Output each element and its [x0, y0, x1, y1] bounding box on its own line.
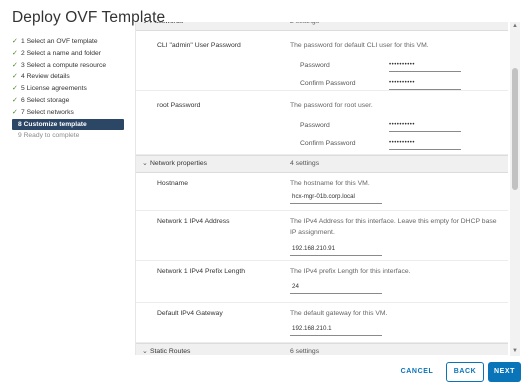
ipv4-address-input[interactable]: 192.168.210.91	[290, 244, 382, 256]
wizard-step-label: 3 Select a compute resource	[21, 61, 107, 69]
wizard-step[interactable]: ✓ 1 Select an OVF template	[12, 36, 130, 48]
check-icon: ✓	[12, 108, 18, 116]
check-icon: ✓	[12, 61, 18, 69]
cancel-button[interactable]: CANCEL	[394, 362, 440, 382]
property-description: The IPv4 prefix Length for this interfac…	[290, 268, 411, 275]
property-default-gateway: Default IPv4 Gateway The default gateway…	[136, 302, 508, 343]
section-count: 4 settings	[290, 160, 320, 167]
wizard-step[interactable]: 8 Customize template	[12, 118, 124, 131]
property-description: The IPv4 Address for this interface. Lea…	[290, 218, 497, 236]
wizard-step-label: 5 License agreements	[21, 85, 87, 93]
property-label: Network 1 IPv4 Address	[157, 218, 230, 225]
property-label: Default IPv4 Gateway	[157, 310, 223, 317]
section-count: 2 settings	[290, 22, 319, 30]
wizard-step-label: 4 Review details	[21, 73, 70, 81]
property-description: The hostname for this VM.	[290, 180, 370, 187]
admin-password-input[interactable]: ••••••••••	[389, 60, 461, 72]
wizard-step[interactable]: ✓ 2 Select a name and folder	[12, 48, 130, 60]
chevron-down-icon: ⌄	[142, 348, 148, 355]
check-icon: ✓	[12, 73, 18, 81]
property-label: root Password	[157, 102, 201, 109]
customize-template-pane: ⌄ Passwords 2 settings CLI "admin" User …	[135, 22, 508, 355]
check-icon: ✓	[12, 96, 18, 104]
check-icon: ✓	[12, 49, 18, 57]
wizard-step[interactable]: ✓ 3 Select a compute resource	[12, 60, 130, 72]
property-description: The default gateway for this VM.	[290, 310, 388, 317]
chevron-down-icon: ⌄	[142, 22, 148, 30]
section-name: Network properties	[150, 160, 208, 167]
root-password-input[interactable]: ••••••••••	[389, 120, 461, 132]
wizard-step[interactable]: ✓ 6 Select storage	[12, 95, 130, 107]
section-count: 6 settings	[290, 348, 320, 355]
chevron-down-icon: ⌄	[142, 160, 148, 167]
property-admin-password: CLI "admin" User Password The password f…	[136, 30, 508, 91]
gateway-input[interactable]: 192.168.210.1	[290, 324, 382, 336]
wizard-step-label: 2 Select a name and folder	[21, 49, 101, 57]
confirm-password-label: Confirm Password	[300, 140, 356, 147]
wizard-steps: ✓ 1 Select an OVF template ✓ 2 Select a nam…	[12, 36, 130, 142]
wizard-step-label: 7 Select networks	[21, 108, 74, 116]
property-label: Hostname	[157, 180, 188, 187]
property-root-password: root Password The password for root user…	[136, 90, 508, 155]
next-button[interactable]: NEXT	[488, 362, 521, 382]
wizard-step[interactable]: ✓ 7 Select networks	[12, 107, 130, 119]
wizard-step[interactable]: ✓ 5 License agreements	[12, 83, 130, 95]
check-icon: ✓	[12, 38, 18, 45]
wizard-step-label: 9 Ready to complete	[18, 132, 80, 140]
section-name: Static Routes	[150, 348, 191, 355]
wizard-step-label: 8 Customize template	[18, 120, 87, 128]
section-header-static-routes[interactable]: ⌄ Static Routes 6 settings	[136, 343, 508, 355]
property-description: The password for default CLI user for th…	[290, 42, 429, 49]
password-label: Password	[300, 62, 330, 69]
confirm-password-label: Confirm Password	[300, 80, 356, 87]
ipv4-prefix-input[interactable]: 24	[290, 282, 382, 294]
property-hostname: Hostname The hostname for this VM. hcx-m…	[136, 172, 508, 211]
property-description: The password for root user.	[290, 102, 373, 109]
admin-confirm-password-input[interactable]: ••••••••••	[389, 78, 461, 90]
property-ipv4-address: Network 1 IPv4 Address The IPv4 Address …	[136, 210, 508, 261]
section-name: Passwords	[150, 22, 183, 30]
root-confirm-password-input[interactable]: ••••••••••	[389, 138, 461, 150]
scroll-up-icon[interactable]: ▲	[510, 22, 520, 31]
wizard-step: 9 Ready to complete	[12, 130, 130, 142]
wizard-step[interactable]: ✓ 4 Review details	[12, 71, 130, 83]
section-header-network-properties[interactable]: ⌄ Network properties 4 settings	[136, 155, 508, 173]
password-label: Password	[300, 122, 330, 129]
check-icon: ✓	[12, 85, 18, 93]
vertical-scrollbar[interactable]: ▲ ▼	[510, 22, 520, 356]
wizard-step-label: 6 Select storage	[21, 96, 70, 104]
back-button[interactable]: BACK	[446, 362, 484, 382]
property-label: Network 1 IPv4 Prefix Length	[157, 268, 246, 275]
scrollbar-thumb[interactable]	[512, 68, 518, 190]
property-ipv4-prefix-length: Network 1 IPv4 Prefix Length The IPv4 pr…	[136, 260, 508, 303]
property-label: CLI "admin" User Password	[157, 42, 241, 49]
hostname-input[interactable]: hcx-mgr-01b.corp.local	[290, 192, 382, 204]
wizard-step-label: 1 Select an OVF template	[21, 38, 98, 45]
scroll-down-icon[interactable]: ▼	[510, 347, 520, 356]
